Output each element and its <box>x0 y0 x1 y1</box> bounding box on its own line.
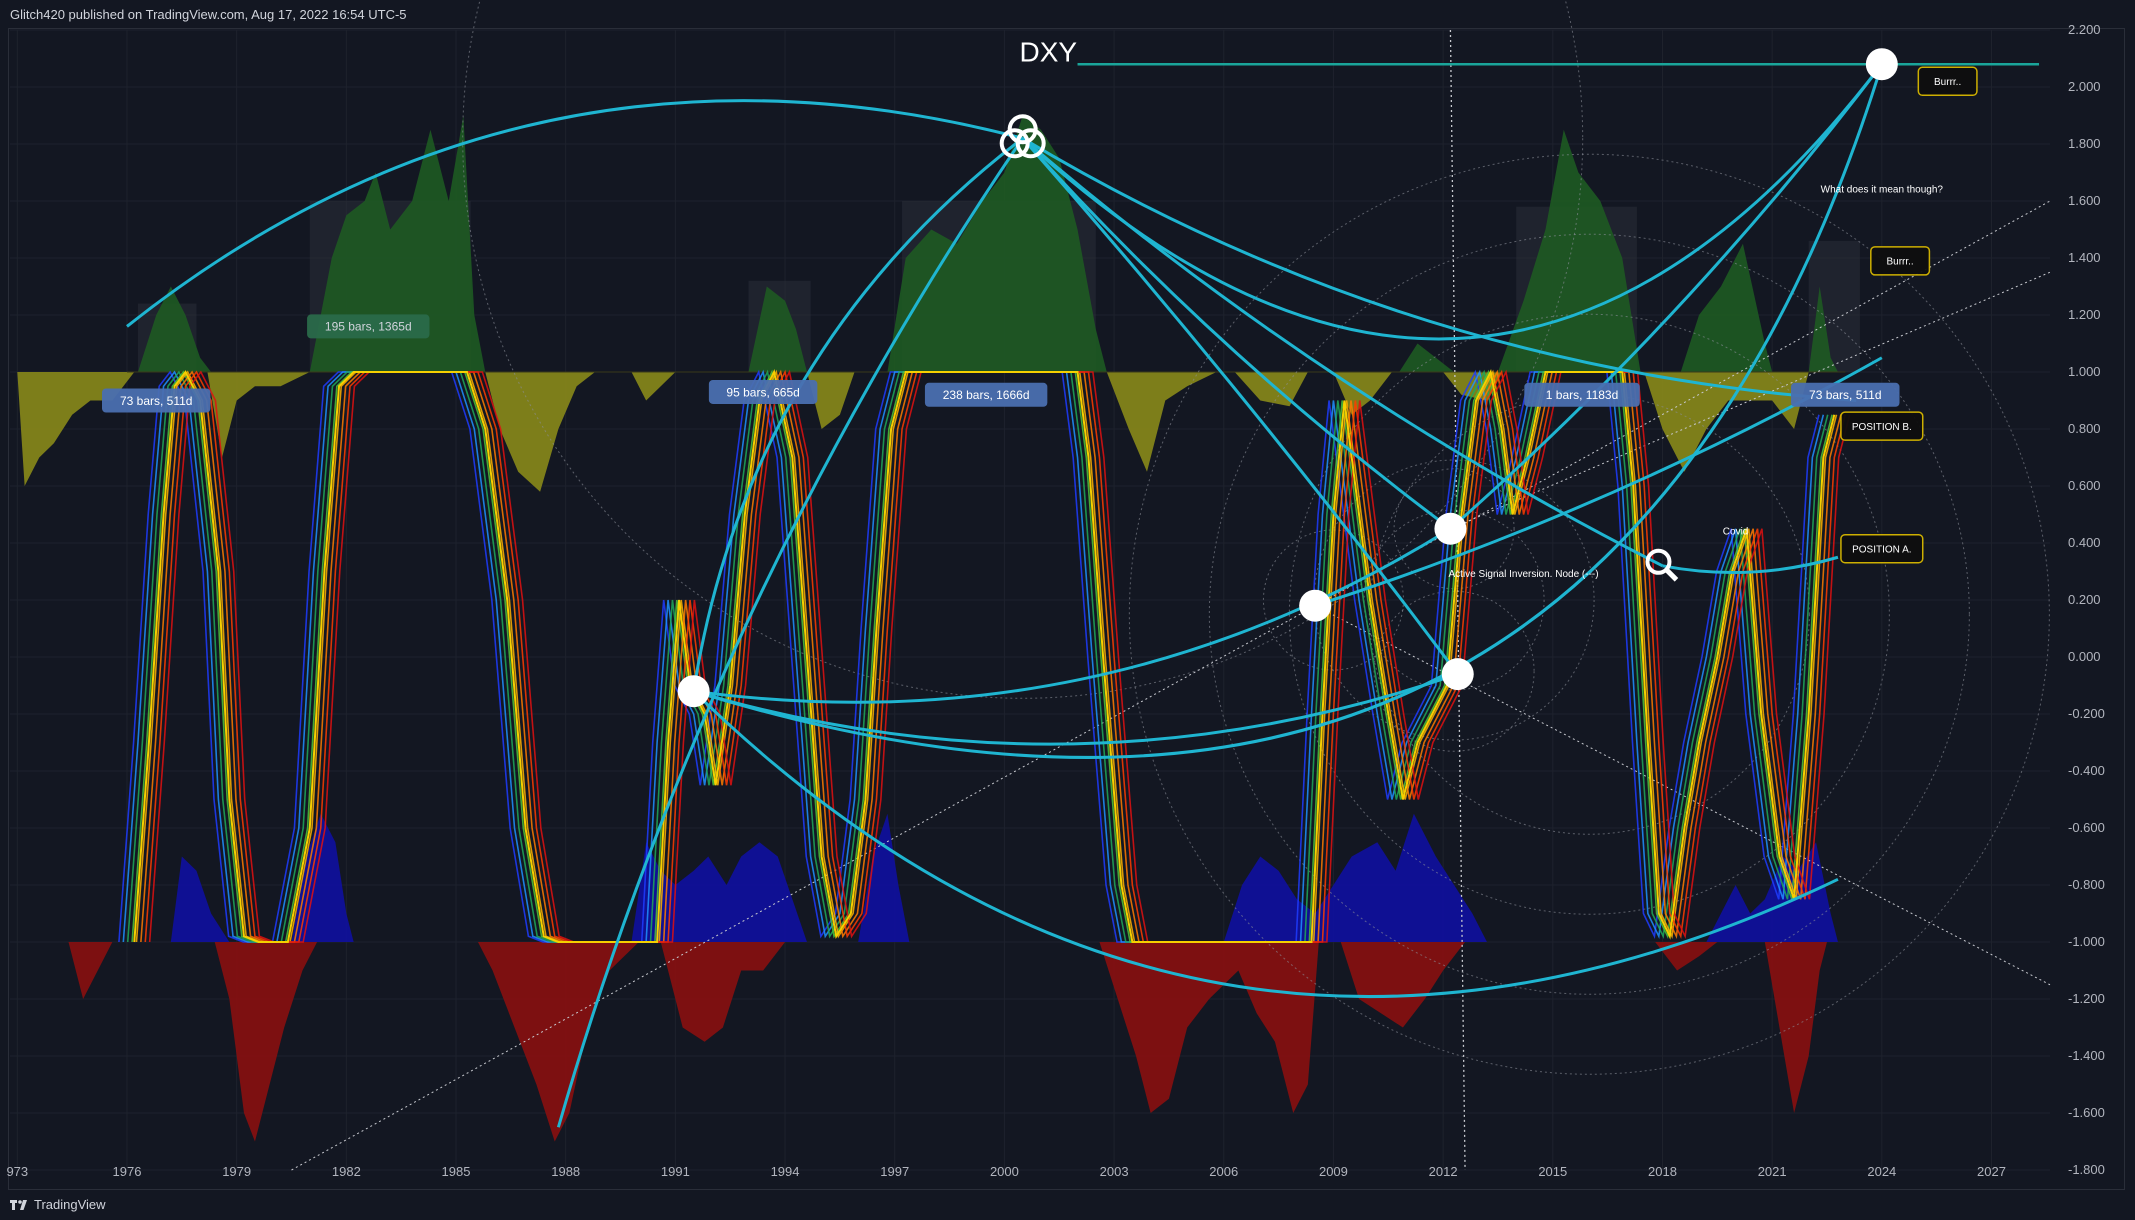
y-tick-label: -0.200 <box>2068 706 2105 721</box>
magnifier-handle <box>1664 568 1679 582</box>
red-histogram <box>68 942 1827 1142</box>
tradingview-brand: TradingView <box>34 1197 106 1212</box>
range-label[interactable]: 195 bars, 1365d <box>307 314 430 339</box>
x-tick-label: 2018 <box>1648 1164 1677 1179</box>
label-text: 73 bars, 511d <box>120 394 193 408</box>
symbol-title: DXY <box>1019 36 1077 67</box>
node-circle[interactable] <box>1299 589 1332 622</box>
footer: TradingView <box>0 1190 2135 1220</box>
y-tick-label: 1.800 <box>2068 136 2101 151</box>
y-tick-label: 0.200 <box>2068 592 2101 607</box>
y-tick-label: 0.600 <box>2068 478 2101 493</box>
x-tick-label: 1979 <box>222 1164 251 1179</box>
node-circle[interactable] <box>1865 48 1898 81</box>
y-tick-label: 0.400 <box>2068 535 2101 550</box>
x-tick-label: 2003 <box>1100 1164 1129 1179</box>
y-tick-label: -1.600 <box>2068 1105 2105 1120</box>
cyan-arc <box>126 99 1024 328</box>
callout-box[interactable]: POSITION B. <box>1840 411 1924 441</box>
label-text: 1 bars, 1183d <box>1546 388 1619 402</box>
y-tick-label: 1.600 <box>2068 193 2101 208</box>
node-circle[interactable] <box>1434 512 1467 545</box>
y-tick-label: 0.000 <box>2068 649 2101 664</box>
tradingview-logo-icon[interactable] <box>10 1199 32 1211</box>
x-tick-label: 2027 <box>1977 1164 2006 1179</box>
y-tick-label: 1.200 <box>2068 307 2101 322</box>
label-text: POSITION A. <box>1852 544 1911 555</box>
dotted-circle <box>1368 393 1810 835</box>
x-tick-label: 1994 <box>771 1164 800 1179</box>
x-tick-label: 2012 <box>1429 1164 1458 1179</box>
label-text: 73 bars, 511d <box>1809 388 1882 402</box>
cyan-arc <box>693 527 1452 704</box>
x-axis: 973 1976 1979 1982 1985 1988 1991 1994 1997 2000 2… <box>6 1164 2006 1179</box>
range-label[interactable]: 95 bars, 665d <box>708 379 818 404</box>
x-tick-label: 2000 <box>990 1164 1019 1179</box>
chart-note: What does it mean though? <box>1821 184 1944 195</box>
x-tick-label: 2009 <box>1319 1164 1348 1179</box>
y-tick-label: 2.000 <box>2068 79 2101 94</box>
x-tick-label: 973 <box>6 1164 28 1179</box>
x-tick-label: 1985 <box>442 1164 471 1179</box>
y-tick-label: 0.800 <box>2068 421 2101 436</box>
x-tick-label: 1988 <box>551 1164 580 1179</box>
range-label[interactable]: 238 bars, 1666d <box>924 382 1048 407</box>
label-text: Burrr.. <box>1886 256 1913 267</box>
magnifier-lens <box>1645 548 1672 575</box>
x-tick-label: 1976 <box>113 1164 142 1179</box>
y-tick-label: -0.600 <box>2068 820 2105 835</box>
chart-note: Active Signal Inversion. Node (---) <box>1449 569 1599 580</box>
y-axis: 2.200 2.000 1.800 1.600 1.400 1.200 1.000 0.800… <box>2068 22 2105 1177</box>
y-tick-label: -1.000 <box>2068 934 2105 949</box>
x-tick-label: 2021 <box>1758 1164 1787 1179</box>
label-text: Burrr.. <box>1934 77 1961 88</box>
y-tick-label: 1.400 <box>2068 250 2101 265</box>
label-text: POSITION B. <box>1852 422 1912 433</box>
y-tick-label: -0.400 <box>2068 763 2105 778</box>
chart-note: Covid <box>1723 526 1749 537</box>
label-text: 95 bars, 665d <box>726 385 799 399</box>
x-tick-label: 2015 <box>1538 1164 1567 1179</box>
x-tick-label: 1982 <box>332 1164 361 1179</box>
callout-box[interactable]: POSITION A. <box>1840 533 1924 564</box>
y-tick-label: -1.400 <box>2068 1048 2105 1063</box>
x-tick-label: 2024 <box>1867 1164 1896 1179</box>
y-tick-label: -1.200 <box>2068 991 2105 1006</box>
dxy-chart[interactable]: DXY 195 bars, 1365d 73 bars, 511d 95 bars, … <box>0 0 2135 1190</box>
range-label[interactable]: 1 bars, 1183d <box>1524 382 1640 407</box>
y-tick-label: 2.200 <box>2068 22 2101 37</box>
y-tick-label: -1.800 <box>2068 1162 2105 1177</box>
x-tick-label: 2006 <box>1209 1164 1238 1179</box>
range-label[interactable]: 73 bars, 511d <box>101 388 211 413</box>
y-tick-label: -0.800 <box>2068 877 2105 892</box>
range-label[interactable]: 73 bars, 511d <box>1791 382 1900 407</box>
x-tick-label: 1997 <box>880 1164 909 1179</box>
callout-box[interactable]: Burrr.. <box>1917 66 1978 97</box>
label-text: 238 bars, 1666d <box>943 388 1030 402</box>
node-circle[interactable] <box>677 675 710 708</box>
x-tick-label: 1991 <box>661 1164 690 1179</box>
y-tick-label: 1.000 <box>2068 364 2101 379</box>
callout-box[interactable]: Burrr.. <box>1870 246 1931 276</box>
node-circle[interactable] <box>1441 658 1474 691</box>
label-text: 195 bars, 1365d <box>325 320 412 334</box>
